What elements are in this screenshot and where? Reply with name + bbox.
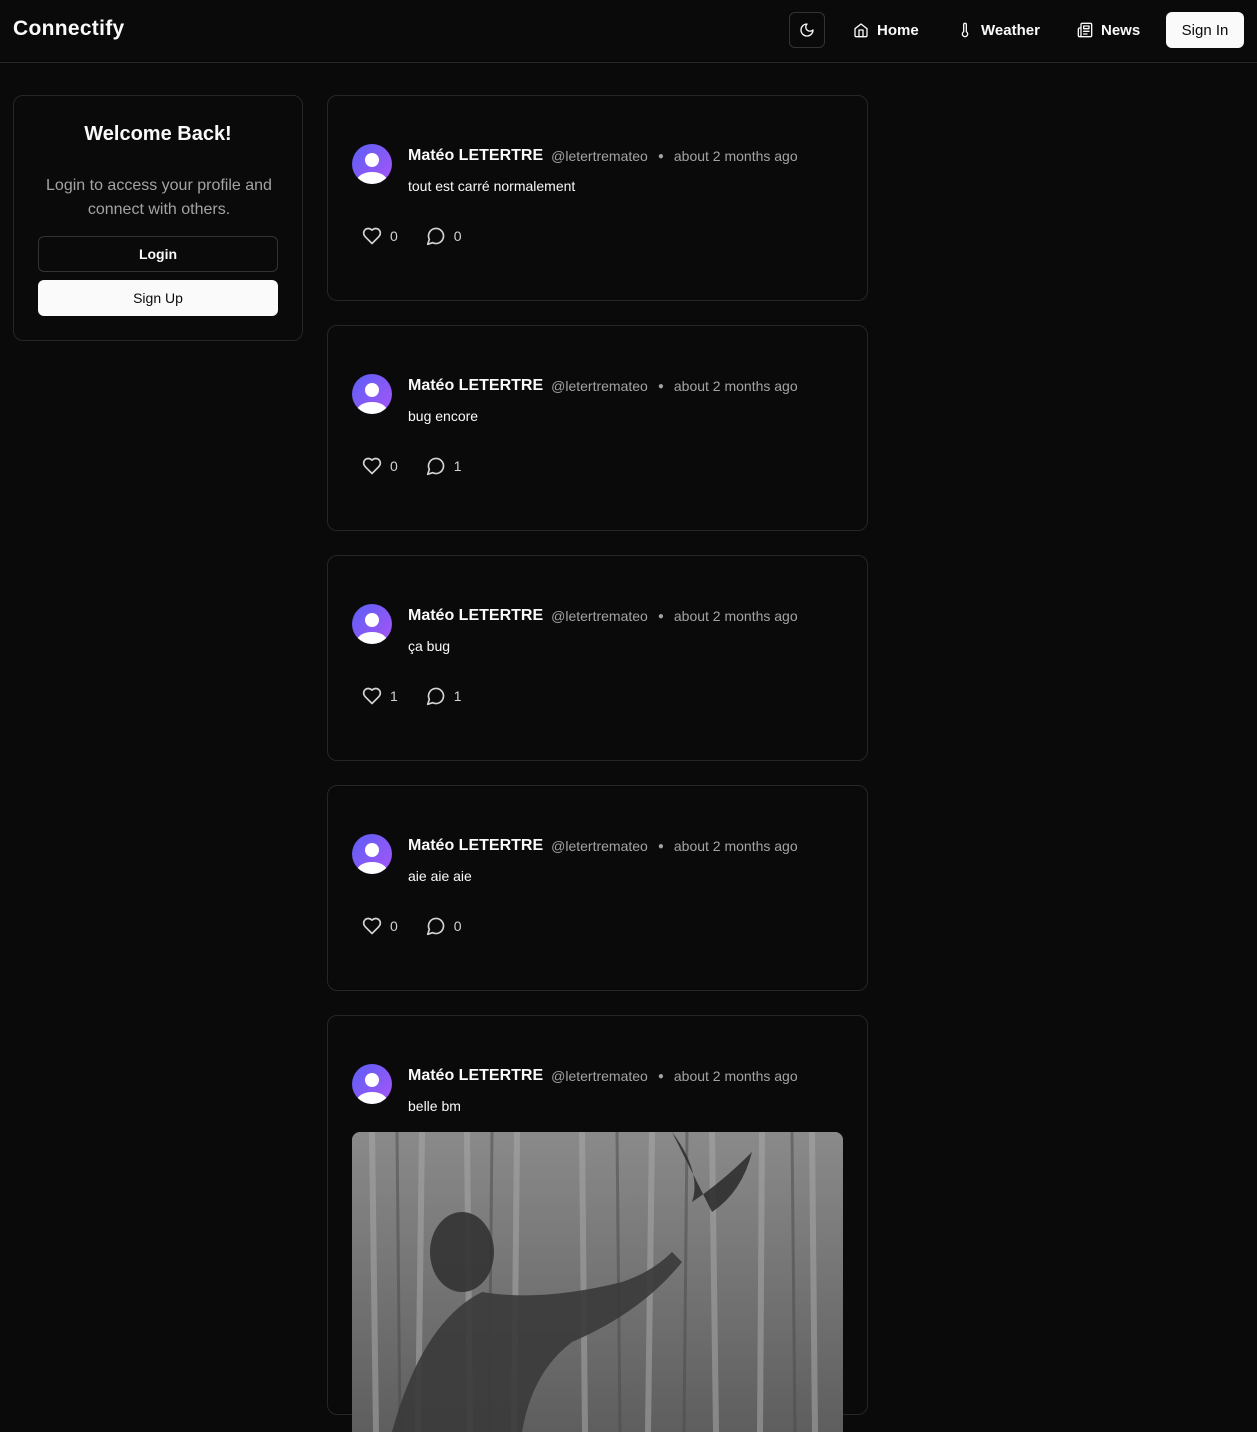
author-name[interactable]: Matéo LETERTRE: [408, 607, 543, 625]
comment-icon: [426, 917, 445, 936]
separator-dot: ●: [657, 150, 664, 162]
post-header: Matéo LETERTRE @letertremateo ● about 2 …: [408, 837, 798, 855]
comment-count: 0: [453, 918, 462, 934]
post-content: aie aie aie: [408, 868, 472, 884]
post-content: belle bm: [408, 1098, 461, 1114]
nav-weather-link[interactable]: Weather: [957, 12, 1040, 48]
nav-news-label: News: [1101, 21, 1141, 39]
user-icon: [357, 1073, 387, 1104]
newspaper-icon: [1077, 22, 1093, 38]
post-time: about 2 months ago: [673, 148, 798, 164]
nav-home-link[interactable]: Home: [853, 12, 919, 48]
post-header: Matéo LETERTRE @letertremateo ● about 2 …: [408, 147, 798, 165]
comment-count: 1: [453, 458, 462, 474]
post-actions: 1 1: [362, 686, 490, 706]
post-card: Matéo LETERTRE @letertremateo ● about 2 …: [327, 785, 868, 991]
post-actions: 0 0: [362, 916, 490, 936]
comment-button[interactable]: 0: [426, 916, 462, 936]
like-button[interactable]: 0: [362, 916, 398, 936]
comment-icon: [426, 227, 445, 246]
post-content: bug encore: [408, 408, 479, 424]
post-time: about 2 months ago: [673, 838, 798, 854]
heart-icon: [362, 457, 382, 475]
author-name[interactable]: Matéo LETERTRE: [408, 837, 543, 855]
like-count: 0: [390, 918, 398, 934]
separator-dot: ●: [657, 1070, 664, 1082]
heart-icon: [362, 227, 382, 245]
avatar[interactable]: [352, 604, 392, 644]
like-count: 1: [390, 688, 398, 704]
post-card: Matéo LETERTRE @letertremateo ● about 2 …: [327, 555, 868, 761]
user-icon: [357, 843, 387, 874]
sign-in-button[interactable]: Sign In: [1166, 12, 1244, 48]
sign-up-button[interactable]: Sign Up: [38, 280, 278, 316]
post-time: about 2 months ago: [673, 378, 798, 394]
like-button[interactable]: 1: [362, 686, 398, 706]
post-time: about 2 months ago: [673, 1068, 798, 1084]
author-name[interactable]: Matéo LETERTRE: [408, 1067, 543, 1085]
moon-icon: [800, 23, 814, 37]
comment-icon: [426, 457, 445, 476]
home-icon: [854, 23, 868, 38]
nav-weather-label: Weather: [981, 21, 1040, 39]
post-time: about 2 months ago: [673, 608, 798, 624]
comment-count: 0: [453, 228, 462, 244]
comment-count: 1: [453, 688, 462, 704]
heart-icon: [362, 917, 382, 935]
theme-toggle-button[interactable]: [789, 12, 825, 48]
welcome-card: Welcome Back! Login to access your profi…: [13, 95, 303, 341]
nav-home-label: Home: [877, 21, 919, 39]
post-content: tout est carré normalement: [408, 178, 576, 194]
heart-icon: [362, 687, 382, 705]
user-icon: [357, 613, 387, 644]
post-content: ça bug: [408, 638, 451, 654]
separator-dot: ●: [657, 840, 664, 852]
post-actions: 0 1: [362, 456, 490, 476]
brand-logo[interactable]: Connectify: [13, 17, 125, 41]
post-header: Matéo LETERTRE @letertremateo ● about 2 …: [408, 377, 798, 395]
user-icon: [357, 153, 387, 184]
like-count: 0: [390, 228, 398, 244]
post-card: Matéo LETERTRE @letertremateo ● about 2 …: [327, 95, 868, 301]
author-handle: @letertremateo: [551, 148, 648, 164]
like-button[interactable]: 0: [362, 226, 398, 246]
comment-button[interactable]: 0: [426, 226, 462, 246]
post-card: Matéo LETERTRE @letertremateo ● about 2 …: [327, 1015, 868, 1432]
post-card: Matéo LETERTRE @letertremateo ● about 2 …: [327, 325, 868, 531]
author-handle: @letertremateo: [551, 378, 648, 394]
author-handle: @letertremateo: [551, 838, 648, 854]
comment-icon: [426, 687, 445, 706]
like-button[interactable]: 0: [362, 456, 398, 476]
author-handle: @letertremateo: [551, 608, 648, 624]
avatar[interactable]: [352, 144, 392, 184]
post-header: Matéo LETERTRE @letertremateo ● about 2 …: [408, 1067, 798, 1085]
separator-dot: ●: [657, 610, 664, 622]
nav-news-link[interactable]: News: [1077, 12, 1140, 48]
author-name[interactable]: Matéo LETERTRE: [408, 147, 543, 165]
post-header: Matéo LETERTRE @letertremateo ● about 2 …: [408, 607, 798, 625]
welcome-title: Welcome Back!: [84, 123, 232, 145]
top-navbar: Connectify Home Weather News Sign In: [0, 0, 1257, 63]
welcome-text: Login to access your profile and connect…: [46, 177, 272, 218]
avatar[interactable]: [352, 834, 392, 874]
thermometer-icon: [961, 22, 969, 38]
forest-photo: [352, 1132, 843, 1432]
post-actions: 0 0: [362, 226, 490, 246]
like-count: 0: [390, 458, 398, 474]
author-handle: @letertremateo: [551, 1068, 648, 1084]
comment-button[interactable]: 1: [426, 686, 462, 706]
comment-button[interactable]: 1: [426, 456, 462, 476]
avatar[interactable]: [352, 374, 392, 414]
avatar[interactable]: [352, 1064, 392, 1104]
author-name[interactable]: Matéo LETERTRE: [408, 377, 543, 395]
separator-dot: ●: [657, 380, 664, 392]
login-button[interactable]: Login: [38, 236, 278, 272]
user-icon: [357, 383, 387, 414]
post-image[interactable]: [352, 1132, 843, 1432]
